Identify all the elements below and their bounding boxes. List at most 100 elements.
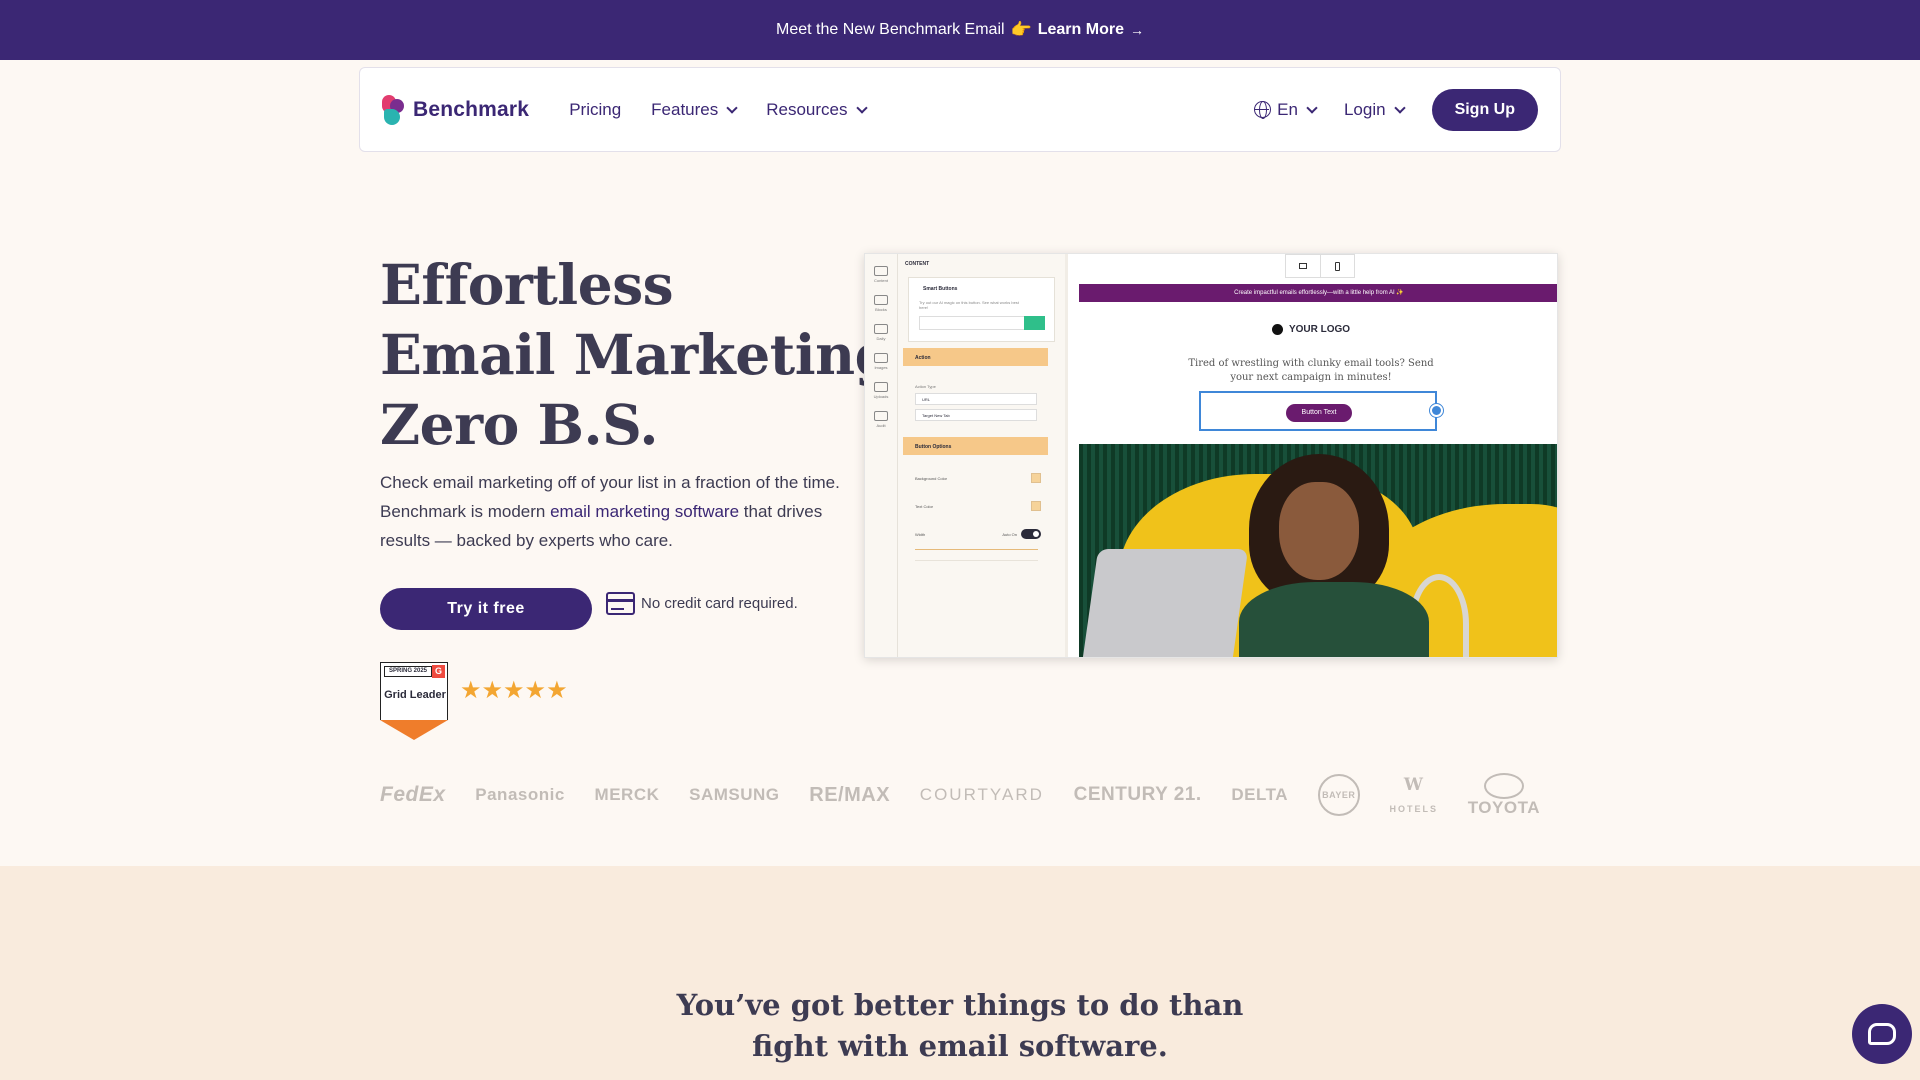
background-color-row: Background Color <box>915 473 1041 483</box>
language-selector[interactable]: En <box>1254 99 1318 120</box>
hero-description: Check email marketing off of your list i… <box>380 468 840 555</box>
section-title-line: fight with email software. <box>752 1029 1168 1063</box>
w-hotels-mark: W <box>1403 775 1424 795</box>
sign-up-button[interactable]: Sign Up <box>1431 88 1538 131</box>
pointing-hand-icon: 👉 <box>1010 20 1032 39</box>
smart-buttons-desc: Try out our AI magic on this button. See… <box>919 300 1019 310</box>
hero-title-line: Zero B.S. <box>380 392 659 457</box>
email-button-selection: Button Text <box>1199 391 1443 431</box>
login-menu[interactable]: Login <box>1344 100 1406 120</box>
century21-logo: CENTURY 21. <box>1073 784 1202 805</box>
device-toggle <box>1285 254 1355 278</box>
bayer-logo: BAYER <box>1317 774 1360 816</box>
bg-color-label: Background Color <box>915 475 948 481</box>
email-header-bar: Create impactful emails effortlessly—wit… <box>1079 284 1557 302</box>
star-rating: ★★★★★ <box>460 677 568 704</box>
panel-divider <box>915 549 1038 550</box>
email-logo-placeholder: YOUR LOGO <box>1071 324 1551 335</box>
photo-person-face <box>1279 482 1359 580</box>
learn-more-link[interactable]: Learn More <box>1038 21 1124 39</box>
button-options-bar: Button Options <box>903 437 1048 455</box>
action-section-bar: Action <box>903 348 1048 366</box>
badge-season: SPRING 2025 <box>384 666 432 677</box>
rail-label: Images <box>874 365 888 370</box>
globe-icon <box>1254 101 1272 119</box>
try-it-free-button[interactable]: Try it free <box>380 588 592 630</box>
arrow-right-icon: → <box>1129 22 1144 38</box>
brand-logo[interactable]: Benchmark <box>382 94 530 125</box>
rail-label: Content <box>873 278 888 283</box>
credit-card-icon <box>606 592 635 615</box>
panasonic-logo: Panasonic <box>475 785 565 804</box>
nav-pricing-label: Pricing <box>569 99 622 119</box>
smart-buttons-go <box>1024 316 1045 330</box>
url-field: URL <box>915 393 1037 405</box>
rail-label: Blocks <box>875 307 887 312</box>
target-field: Target New Tab <box>915 409 1037 421</box>
w-hotels-logo: W HOTELS <box>1389 769 1438 821</box>
g2-grid-leader-badge: SPRING 2025 G Grid Leader <box>380 662 448 740</box>
badge-body: SPRING 2025 G Grid Leader <box>380 662 448 720</box>
mobile-view <box>1321 255 1355 277</box>
email-copy-line: your next campaign in minutes! <box>1230 372 1392 383</box>
nav-resources[interactable]: Resources <box>766 99 868 120</box>
remax-logo: RE/MAX <box>809 783 891 806</box>
email-marketing-software-link[interactable]: email marketing software <box>550 502 739 521</box>
hero-title-line: Effortless <box>380 252 674 317</box>
language-label: En <box>1277 99 1298 119</box>
panel-heading: CONTENT <box>905 261 930 267</box>
rail-label: Uploads <box>873 394 889 399</box>
audit-icon <box>874 411 888 421</box>
nav-pricing[interactable]: Pricing <box>569 100 621 120</box>
nav-right-group: En Login Sign Up <box>1254 88 1538 131</box>
uploads-icon <box>874 382 888 392</box>
bg-color-swatch <box>1031 473 1041 483</box>
email-body-copy: Tired of wrestling with clunky email too… <box>1071 357 1551 385</box>
text-color-row: Text Color <box>915 501 1041 511</box>
badge-title: Grid Leader <box>384 689 446 701</box>
email-canvas: Create impactful emails effortlessly—wit… <box>1071 254 1557 657</box>
nav-resources-label: Resources <box>766 99 848 119</box>
brand-name: Benchmark <box>413 97 530 121</box>
badge-point <box>380 720 448 740</box>
main-navigation: Benchmark Pricing Features Resources En … <box>359 67 1561 152</box>
toyota-logo: TOYOTA <box>1468 773 1540 817</box>
desktop-icon <box>1298 263 1307 269</box>
chevron-down-icon <box>1306 101 1318 114</box>
email-button: Button Text <box>1286 404 1352 422</box>
merck-logo: MERCK <box>594 785 660 804</box>
panel-divider <box>915 560 1038 561</box>
toyota-emblem-icon <box>1483 773 1524 799</box>
toggle-icon <box>1021 529 1041 539</box>
editor-mockup: Content Blocks Daily Images Uploads Audi… <box>864 253 1558 658</box>
nav-features[interactable]: Features <box>651 100 738 120</box>
auto-on-label: Auto On <box>1002 531 1017 537</box>
blocks-icon <box>874 295 888 305</box>
no-credit-card-text: No credit card required. <box>641 595 798 612</box>
action-type-label: Action Type <box>915 384 936 389</box>
benchmark-logo-icon <box>382 94 406 125</box>
chat-widget-button[interactable] <box>1852 1004 1912 1064</box>
chevron-down-icon <box>855 101 868 114</box>
section-title-line: You’ve got better things to do than <box>676 988 1244 1022</box>
content-icon <box>874 266 888 276</box>
chevron-down-icon <box>1393 101 1406 114</box>
text-color-swatch <box>1031 501 1041 511</box>
hero-title: Effortless Email Marketing. Zero B.S. <box>380 250 912 460</box>
email-logo-text: YOUR LOGO <box>1288 324 1351 336</box>
hero-title-line: Email Marketing. <box>380 322 912 387</box>
courtyard-logo: COURTYARD <box>919 785 1044 804</box>
no-credit-card-note: No credit card required. <box>606 592 798 615</box>
customer-logos: FedEx Panasonic MERCK SAMSUNG RE/MAX COU… <box>380 770 1540 820</box>
text-color-label: Text Color <box>915 503 934 509</box>
rail-label: Audit <box>876 423 886 428</box>
daily-icon <box>874 324 888 334</box>
g2-logo-icon: G <box>432 665 445 678</box>
smart-buttons-card: Smart Buttons Try out our AI magic on th… <box>908 277 1055 342</box>
chat-bubble-icon <box>1868 1023 1896 1045</box>
width-label: Width <box>915 531 926 537</box>
w-hotels-word: HOTELS <box>1389 804 1438 814</box>
toyota-word: TOYOTA <box>1467 798 1540 817</box>
desktop-view <box>1286 255 1321 277</box>
email-hero-photo <box>1079 444 1557 657</box>
